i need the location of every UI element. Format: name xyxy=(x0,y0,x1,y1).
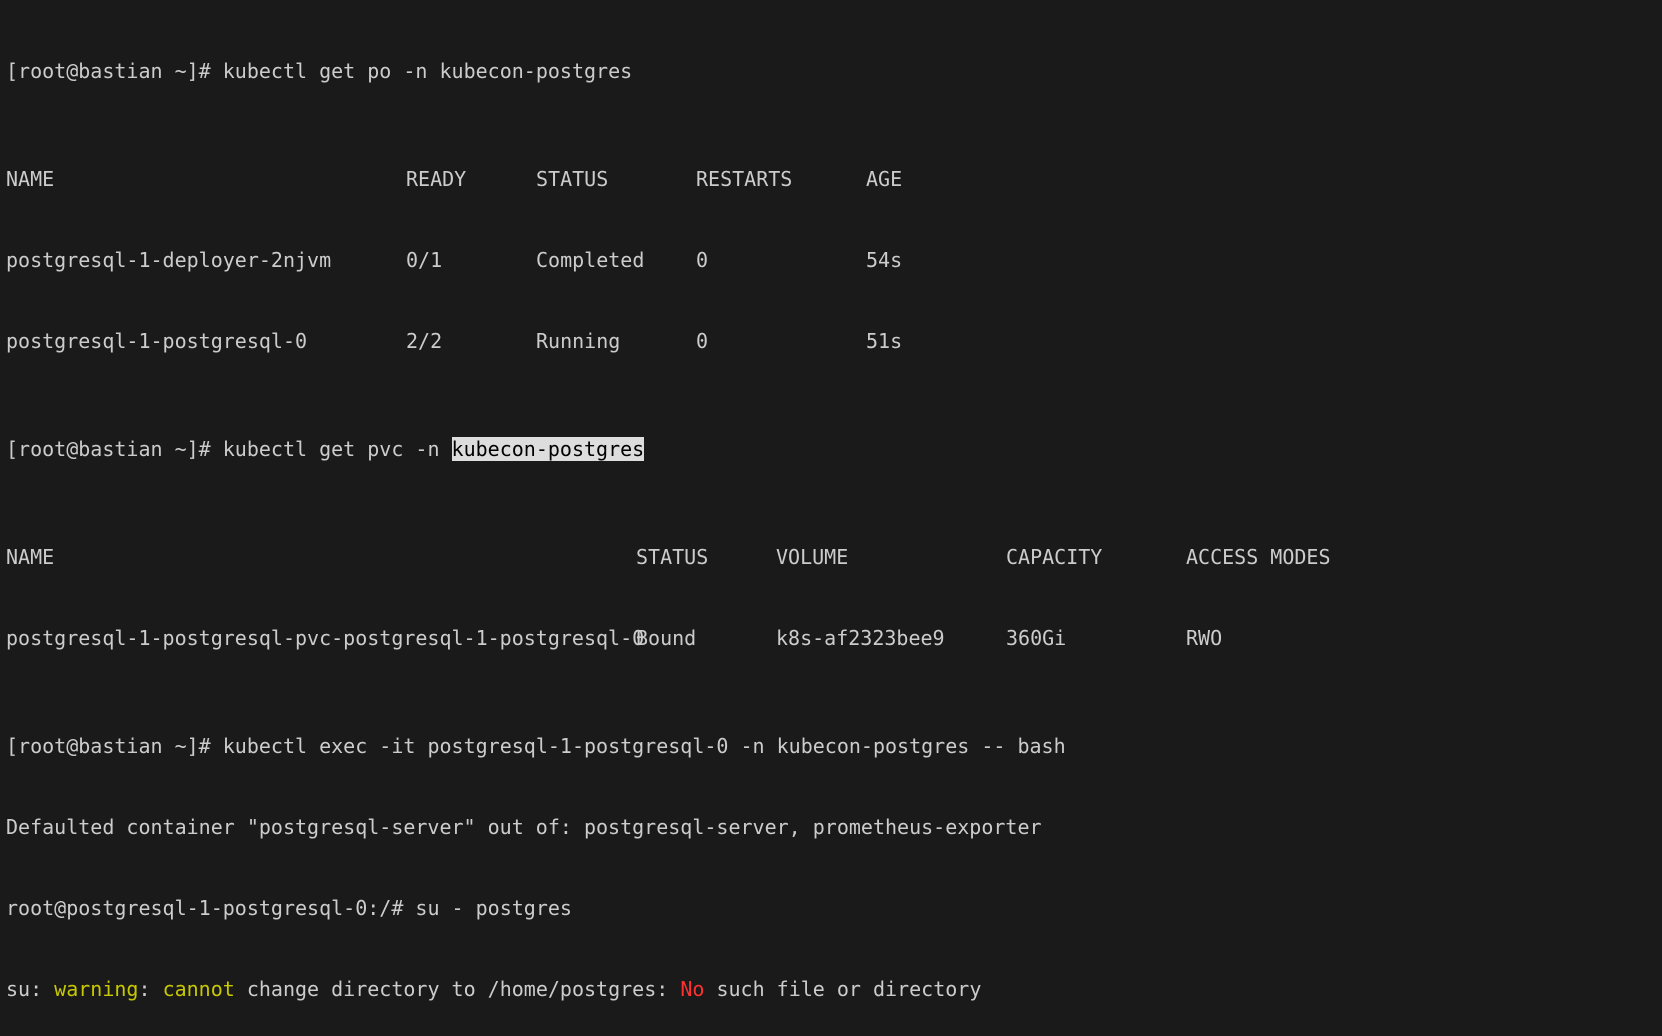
output-line: Defaulted container "postgresql-server" … xyxy=(6,814,1656,841)
prompt: [root@bastian ~]# xyxy=(6,59,223,83)
col-volume: VOLUME xyxy=(776,544,1006,571)
cannot-word: cannot xyxy=(163,977,235,1001)
terminal[interactable]: [root@bastian ~]# kubectl get po -n kube… xyxy=(0,0,1662,1036)
col-status: STATUS xyxy=(536,166,696,193)
cmd-line-1: [root@bastian ~]# kubectl get po -n kube… xyxy=(6,58,1656,85)
col-name: NAME xyxy=(6,544,636,571)
command-part: kubectl get pvc -n xyxy=(223,437,452,461)
pvc-row: postgresql-1-postgresql-pvc-postgresql-1… xyxy=(6,625,1656,652)
prompt: [root@bastian ~]# xyxy=(6,437,223,461)
col-access: ACCESS MODES xyxy=(1186,544,1386,571)
col-capacity: CAPACITY xyxy=(1006,544,1186,571)
col-restarts: RESTARTS xyxy=(696,166,866,193)
warning-word: warning xyxy=(54,977,138,1001)
pod-row: postgresql-1-deployer-2njvm0/1Completed0… xyxy=(6,247,1656,274)
pods-header: NAMEREADYSTATUSRESTARTSAGE xyxy=(6,166,1656,193)
prompt: [root@bastian ~]# xyxy=(6,734,223,758)
col-status: STATUS xyxy=(636,544,776,571)
col-name: NAME xyxy=(6,166,406,193)
pvc-header: NAMESTATUSVOLUMECAPACITYACCESS MODES xyxy=(6,544,1656,571)
pod-row: postgresql-1-postgresql-02/2Running051s xyxy=(6,328,1656,355)
selected-text: kubecon-postgres xyxy=(452,437,645,461)
su-warning-line: su: warning: cannot change directory to … xyxy=(6,976,1656,1003)
command: kubectl get po -n kubecon-postgres xyxy=(223,59,632,83)
command: su - postgres xyxy=(415,896,572,920)
cmd-line-2: [root@bastian ~]# kubectl get pvc -n kub… xyxy=(6,436,1656,463)
prompt: root@postgresql-1-postgresql-0:/# xyxy=(6,896,415,920)
command: kubectl exec -it postgresql-1-postgresql… xyxy=(223,734,1066,758)
cmd-line-3: [root@bastian ~]# kubectl exec -it postg… xyxy=(6,733,1656,760)
cmd-line-4: root@postgresql-1-postgresql-0:/# su - p… xyxy=(6,895,1656,922)
col-ready: READY xyxy=(406,166,536,193)
col-age: AGE xyxy=(866,166,966,193)
no-word: No xyxy=(680,977,704,1001)
